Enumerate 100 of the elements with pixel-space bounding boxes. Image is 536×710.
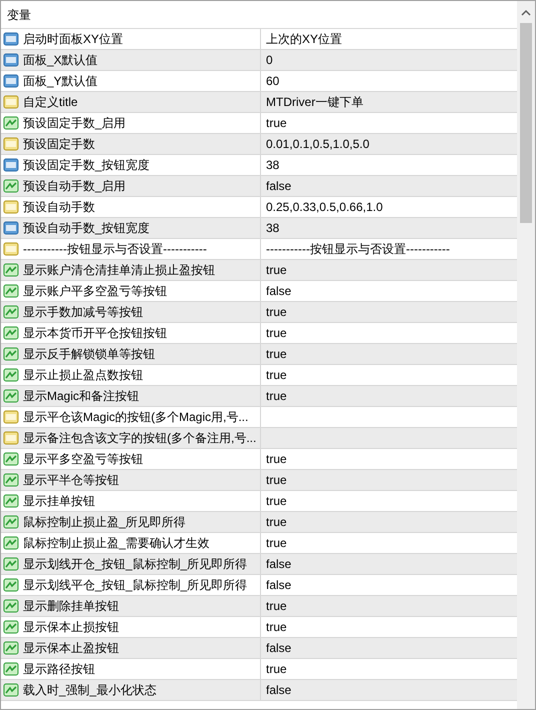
- parameter-value: true: [266, 325, 287, 342]
- toggle-type-icon: [3, 304, 19, 320]
- parameter-name: 显示平仓该Magic的按钮(多个Magic用,号...: [23, 409, 248, 426]
- scrollbar[interactable]: [517, 1, 535, 709]
- parameter-name: 显示保本止损按钮: [23, 619, 119, 636]
- parameter-name: 显示保本止盈按钮: [23, 640, 119, 657]
- parameter-value: 60: [266, 73, 280, 90]
- parameter-value: true: [266, 661, 287, 678]
- parameter-name: 显示备注包含该文字的按钮(多个备注用,号...: [23, 430, 256, 447]
- parameter-row[interactable]: 预设自动手数_按钮宽度 38: [1, 218, 517, 239]
- parameter-name: 预设自动手数_按钮宽度: [23, 220, 150, 237]
- parameter-value: true: [266, 304, 287, 321]
- parameter-value: false: [266, 178, 292, 195]
- toggle-type-icon: [3, 640, 19, 656]
- toggle-type-icon: [3, 367, 19, 383]
- text-type-icon: [3, 199, 19, 215]
- number-type-icon: [3, 157, 19, 173]
- parameter-name: 鼠标控制止损止盈_需要确认才生效: [23, 535, 210, 552]
- parameter-row[interactable]: 显示划线平仓_按钮_鼠标控制_所见即所得 false: [1, 575, 517, 596]
- parameter-value: 0.25,0.33,0.5,0.66,1.0: [266, 199, 383, 216]
- parameter-value: true: [266, 619, 287, 636]
- parameter-name: 显示平多空盈亏等按钮: [23, 451, 143, 468]
- text-type-icon: [3, 136, 19, 152]
- parameter-row[interactable]: 显示Magic和备注按钮 true: [1, 386, 517, 407]
- parameter-value: 0: [266, 52, 273, 69]
- number-type-icon: [3, 52, 19, 68]
- toggle-type-icon: [3, 682, 19, 698]
- parameter-name: 自定义title: [23, 94, 78, 111]
- parameter-value: MTDriver一键下单: [266, 94, 364, 111]
- parameter-row[interactable]: 显示保本止盈按钮 false: [1, 638, 517, 659]
- toggle-type-icon: [3, 115, 19, 131]
- parameter-name: 显示划线开仓_按钮_鼠标控制_所见即所得: [23, 556, 248, 573]
- parameter-row[interactable]: 载入时_强制_最小化状态 false: [1, 680, 517, 701]
- parameter-row[interactable]: 显示平半仓等按钮 true: [1, 470, 517, 491]
- parameter-value: true: [266, 514, 287, 531]
- toggle-type-icon: [3, 451, 19, 467]
- parameter-value: true: [266, 535, 287, 552]
- parameter-value: true: [266, 346, 287, 363]
- parameter-value: true: [266, 367, 287, 384]
- toggle-type-icon: [3, 619, 19, 635]
- parameter-value: true: [266, 493, 287, 510]
- parameter-value: 38: [266, 157, 280, 174]
- parameter-row[interactable]: 预设自动手数_启用 false: [1, 176, 517, 197]
- toggle-type-icon: [3, 346, 19, 362]
- number-type-icon: [3, 220, 19, 236]
- parameter-row[interactable]: 显示删除挂单按钮 true: [1, 596, 517, 617]
- parameter-row[interactable]: 预设自动手数 0.25,0.33,0.5,0.66,1.0: [1, 197, 517, 218]
- parameter-name: 预设固定手数_按钮宽度: [23, 157, 150, 174]
- parameter-row[interactable]: 显示挂单按钮 true: [1, 491, 517, 512]
- parameter-row[interactable]: -----------按钮显示与否设置----------- -----------按钮显示与否设置-----------: [1, 239, 517, 260]
- parameter-value: true: [266, 598, 287, 615]
- scroll-up-icon[interactable]: [521, 9, 531, 17]
- parameter-row[interactable]: 鼠标控制止损止盈_所见即所得 true: [1, 512, 517, 533]
- parameter-value: false: [266, 577, 292, 594]
- parameter-name: 预设自动手数: [23, 199, 95, 216]
- parameter-row[interactable]: 显示平仓该Magic的按钮(多个Magic用,号...: [1, 407, 517, 428]
- parameter-name: 显示账户清仓清挂单清止损止盈按钮: [23, 262, 215, 279]
- parameter-row[interactable]: 显示保本止损按钮 true: [1, 617, 517, 638]
- toggle-type-icon: [3, 661, 19, 677]
- parameter-row[interactable]: 启动时面板XY位置 上次的XY位置: [1, 29, 517, 50]
- scroll-thumb[interactable]: [520, 23, 532, 223]
- parameter-row[interactable]: 预设固定手数_按钮宽度 38: [1, 155, 517, 176]
- parameter-row[interactable]: 预设固定手数 0.01,0.1,0.5,1.0,5.0: [1, 134, 517, 155]
- parameter-name: 显示反手解锁锁单等按钮: [23, 346, 155, 363]
- parameter-row[interactable]: 面板_Y默认值 60: [1, 71, 517, 92]
- parameter-row[interactable]: 显示止损止盈点数按钮 true: [1, 365, 517, 386]
- toggle-type-icon: [3, 388, 19, 404]
- toggle-type-icon: [3, 325, 19, 341]
- parameter-name: 显示删除挂单按钮: [23, 598, 119, 615]
- toggle-type-icon: [3, 535, 19, 551]
- parameter-name: 显示手数加减号等按钮: [23, 304, 143, 321]
- parameter-name: 预设自动手数_启用: [23, 178, 126, 195]
- toggle-type-icon: [3, 262, 19, 278]
- parameter-value: true: [266, 472, 287, 489]
- parameter-name: 鼠标控制止损止盈_所见即所得: [23, 514, 186, 531]
- parameter-row[interactable]: 预设固定手数_启用 true: [1, 113, 517, 134]
- parameter-row[interactable]: 自定义title MTDriver一键下单: [1, 92, 517, 113]
- parameter-name: 显示Magic和备注按钮: [23, 388, 140, 405]
- parameter-value: false: [266, 556, 292, 573]
- parameter-row[interactable]: 显示账户清仓清挂单清止损止盈按钮 true: [1, 260, 517, 281]
- parameter-row[interactable]: 显示备注包含该文字的按钮(多个备注用,号...: [1, 428, 517, 449]
- parameter-value: 38: [266, 220, 280, 237]
- parameter-name: 预设固定手数_启用: [23, 115, 126, 132]
- toggle-type-icon: [3, 577, 19, 593]
- parameter-row[interactable]: 鼠标控制止损止盈_需要确认才生效 true: [1, 533, 517, 554]
- parameter-row[interactable]: 显示平多空盈亏等按钮 true: [1, 449, 517, 470]
- parameter-row[interactable]: 显示账户平多空盈亏等按钮 false: [1, 281, 517, 302]
- parameter-row[interactable]: 面板_X默认值 0: [1, 50, 517, 71]
- parameter-name: 显示平半仓等按钮: [23, 472, 119, 489]
- parameter-row[interactable]: 显示反手解锁锁单等按钮 true: [1, 344, 517, 365]
- parameter-value: false: [266, 682, 292, 699]
- parameter-name: 显示本货币开平仓按钮按钮: [23, 325, 167, 342]
- parameter-row[interactable]: 显示本货币开平仓按钮按钮 true: [1, 323, 517, 344]
- parameter-row[interactable]: 显示手数加减号等按钮 true: [1, 302, 517, 323]
- text-type-icon: [3, 94, 19, 110]
- parameter-value: false: [266, 640, 292, 657]
- parameter-row[interactable]: 显示划线开仓_按钮_鼠标控制_所见即所得 false: [1, 554, 517, 575]
- text-type-icon: [3, 241, 19, 257]
- parameter-value: true: [266, 451, 287, 468]
- parameter-row[interactable]: 显示路径按钮 true: [1, 659, 517, 680]
